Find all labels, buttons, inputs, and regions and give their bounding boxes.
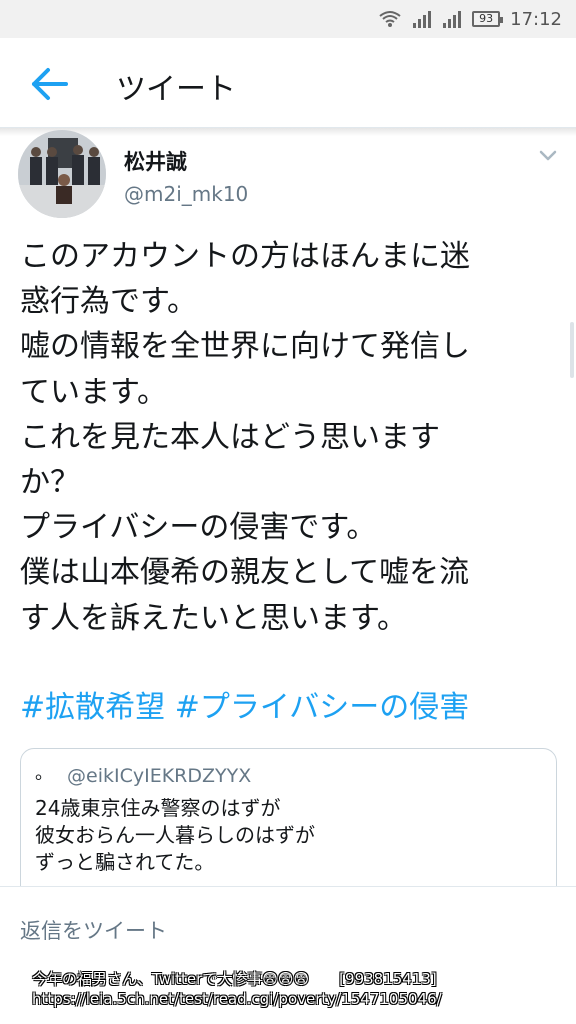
tweet-line: ています。 (20, 374, 167, 410)
tweet-line: か？ (20, 465, 80, 501)
signal-icon-2 (443, 11, 462, 28)
status-bar: 93 17:12 (0, 0, 576, 38)
quote-line: 24歳東京住み警察のはずが (35, 796, 281, 820)
avatar-photo (18, 130, 106, 218)
user-handle[interactable]: @m2i_mk10 (124, 182, 248, 206)
quote-line: ずっと騙されてた。 (35, 850, 215, 874)
scrollbar[interactable] (570, 322, 574, 378)
tweet-line: す人を訴えたいと思います。 (20, 600, 407, 636)
tweet-line: このアカウントの方はほんまに迷 (20, 239, 470, 274)
tweet-line: 惑行為です。 (20, 284, 197, 320)
quote-handle: @eikICyIEKRDZYYX (67, 765, 252, 787)
tweet-text: このアカウントの方はほんまに迷 惑行為です。 嘘の情報を全世界に向けて発信し て… (20, 234, 560, 641)
page-title: ツイート (116, 72, 236, 107)
quote-avatar: 。 (35, 763, 53, 784)
back-arrow-icon[interactable] (28, 64, 72, 104)
app-header: ツイート (0, 38, 576, 128)
tweet-line: これを見た本人はどう思います (20, 419, 440, 455)
tweet-line: 僕は山本優希の親友として嘘を流 (20, 555, 470, 591)
user-name[interactable]: 松井誠 (124, 146, 187, 176)
chevron-down-icon[interactable] (536, 146, 560, 164)
avatar[interactable] (18, 130, 106, 218)
tweet-line: 嘘の情報を全世界に向けて発信し (20, 329, 470, 365)
hashtag-link[interactable]: #プライバシーの侵害 (175, 690, 470, 725)
reply-bar: 返信をツイート (0, 886, 576, 968)
caption-url: https://leia.5ch.net/test/read.cgi/pover… (32, 990, 442, 1008)
header-shadow (0, 128, 576, 136)
hashtags: #拡散希望 #プライバシーの侵害 (20, 682, 469, 726)
quote-text: 24歳東京住み警察のはずが 彼女おらん一人暮らしのはずが ずっと騙されてた。 (35, 795, 315, 876)
quote-line: 彼女おらん一人暮らしのはずが (35, 823, 315, 847)
signal-icon (413, 11, 432, 28)
status-time: 17:12 (510, 8, 562, 30)
battery-icon: 93 (472, 11, 504, 27)
tweet-line: プライバシーの侵害です。 (20, 510, 377, 546)
source-caption: 今年の福男さん、Twitterで大惨事😨😨😨 [993815413] https… (0, 966, 576, 1024)
wifi-icon (379, 11, 401, 27)
hashtag-link[interactable]: #拡散希望 (20, 690, 165, 725)
status-icons: 93 17:12 (378, 8, 562, 30)
caption-title: 今年の福男さん、Twitterで大惨事😨😨😨 [993815413] (32, 970, 437, 988)
reply-input[interactable]: 返信をツイート (20, 915, 167, 945)
